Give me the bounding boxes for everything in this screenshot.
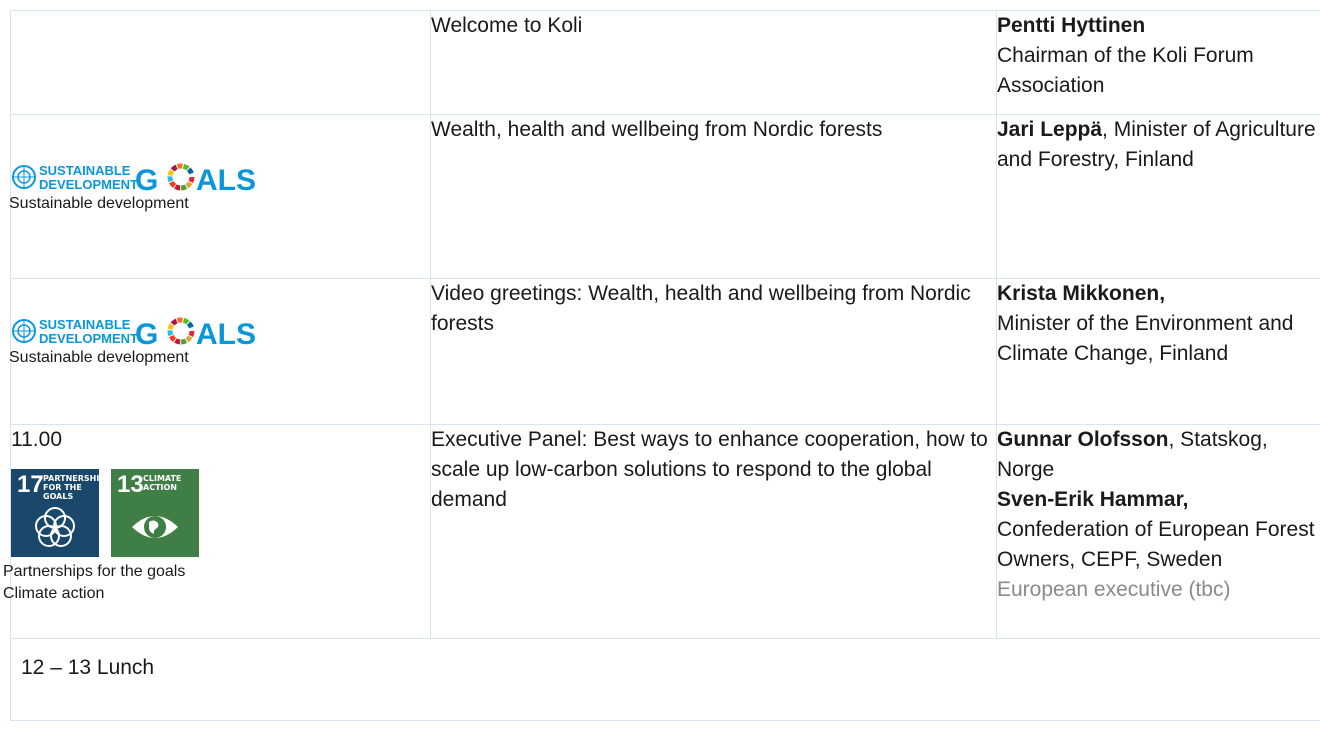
row1-left-cell xyxy=(10,10,431,115)
svg-text:ALS: ALS xyxy=(196,318,256,347)
sdg-cell: SUSTAINABLE DEVELOPMENT G ALS Sustainabl… xyxy=(9,278,431,425)
table-row: 12 – 13 Lunch xyxy=(10,638,1320,721)
agenda-table: Welcome to Koli Pentti Hyttinen Chairman… xyxy=(3,10,1320,721)
sdg-tile-13: 13 CLIMATE ACTION xyxy=(111,469,199,557)
table-row: Welcome to Koli Pentti Hyttinen Chairman… xyxy=(10,10,1320,115)
speaker-role: Chairman of the Koli Forum Association xyxy=(997,44,1254,97)
speaker-role: Confederation of European Forest Owners,… xyxy=(997,518,1315,571)
session-time: 11.00 xyxy=(11,428,62,451)
speaker-cell: Pentti Hyttinen Chairman of the Koli For… xyxy=(996,10,1320,115)
speaker-note: European executive (tbc) xyxy=(997,578,1231,601)
speaker-name: Krista Mikkonen, xyxy=(997,282,1166,305)
session-title: Welcome to Koli xyxy=(431,14,583,37)
session-title: Wealth, health and wellbeing from Nordic… xyxy=(431,118,883,141)
time-goals-cell: 11.00 17 PARTNERSHIPS FOR THE GOALS 13 C… xyxy=(3,424,431,639)
session-title-cell: Wealth, health and wellbeing from Nordic… xyxy=(430,114,997,279)
goal-caption-1: Partnerships for the goals xyxy=(3,563,186,580)
sdg-cell: SUSTAINABLE DEVELOPMENT G ALS Sustainabl… xyxy=(9,114,431,279)
svg-text:ALS: ALS xyxy=(196,164,256,193)
svg-text:G: G xyxy=(135,164,158,193)
table-row: SUSTAINABLE DEVELOPMENT G ALS Sustainabl… xyxy=(9,114,1320,279)
eye-globe-icon xyxy=(132,516,178,538)
svg-text:SUSTAINABLE: SUSTAINABLE xyxy=(39,163,131,178)
un-emblem-icon xyxy=(12,165,36,189)
session-title: Video greetings: Wealth, health and well… xyxy=(431,282,971,335)
session-title-cell: Video greetings: Wealth, health and well… xyxy=(430,278,997,425)
lunch-cell: 12 – 13 Lunch xyxy=(10,638,1320,721)
sdg-caption: Sustainable development xyxy=(9,195,189,212)
speaker-name: Jari Leppä xyxy=(997,118,1103,141)
speaker-cell: Krista Mikkonen, Minister of the Environ… xyxy=(996,278,1320,425)
table-row: 11.00 17 PARTNERSHIPS FOR THE GOALS 13 C… xyxy=(3,424,1320,639)
session-title-cell: Welcome to Koli xyxy=(430,10,997,115)
sdg-wheel-icon xyxy=(167,317,195,345)
sdg-logo: SUSTAINABLE DEVELOPMENT G ALS xyxy=(11,161,263,193)
svg-text:DEVELOPMENT: DEVELOPMENT xyxy=(39,177,138,192)
sdg-tile-17: 17 PARTNERSHIPS FOR THE GOALS xyxy=(11,469,111,557)
svg-text:G: G xyxy=(135,318,158,347)
rings-icon xyxy=(35,507,75,547)
session-title-cell: Executive Panel: Best ways to enhance co… xyxy=(430,424,997,639)
session-title: Executive Panel: Best ways to enhance co… xyxy=(431,428,988,511)
sdg-caption: Sustainable development xyxy=(9,349,189,366)
sdg-wheel-icon xyxy=(167,163,195,191)
table-row: SUSTAINABLE DEVELOPMENT G ALS Sustainabl… xyxy=(9,278,1320,425)
lunch-label: 12 – 13 Lunch xyxy=(21,656,155,679)
sdg-logo: SUSTAINABLE DEVELOPMENT G ALS xyxy=(11,315,263,347)
goal-tiles: 17 PARTNERSHIPS FOR THE GOALS 13 CLIMATE… xyxy=(11,469,430,557)
speaker-name: Gunnar Olofsson xyxy=(997,428,1169,451)
goal-caption-2: Climate action xyxy=(3,585,105,602)
speaker-cell: Gunnar Olofsson, Statskog, Norge Sven-Er… xyxy=(996,424,1320,639)
speaker-role: Minister of the Environment and Climate … xyxy=(997,312,1294,365)
speaker-name: Sven-Erik Hammar, xyxy=(997,488,1189,511)
un-emblem-icon xyxy=(12,319,36,343)
svg-text:DEVELOPMENT: DEVELOPMENT xyxy=(39,331,138,346)
speaker-cell: Jari Leppä, Minister of Agriculture and … xyxy=(996,114,1320,279)
speaker-name: Pentti Hyttinen xyxy=(997,14,1146,37)
svg-text:SUSTAINABLE: SUSTAINABLE xyxy=(39,317,131,332)
